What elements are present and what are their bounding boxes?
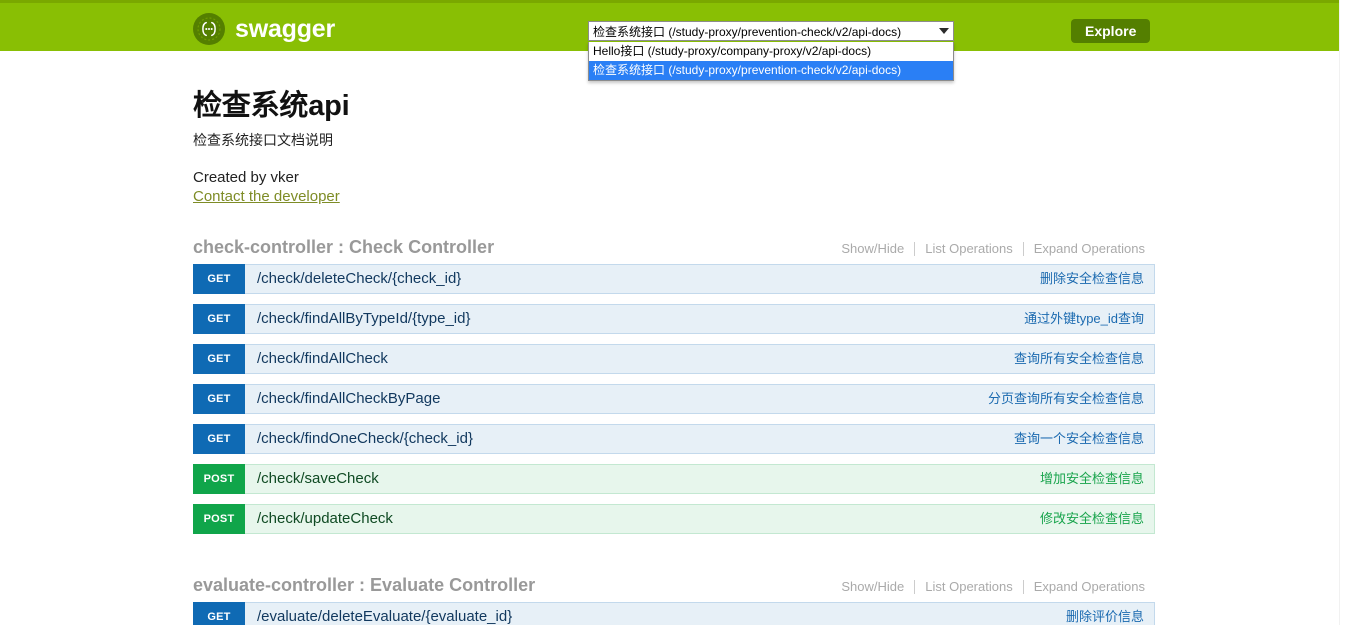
endpoint-summary: 修改安全检查信息 bbox=[1039, 511, 1144, 526]
endpoint-summary: 分页查询所有安全检查信息 bbox=[987, 391, 1144, 406]
endpoint-body[interactable]: /check/findOneCheck/{check_id} 查询一个安全检查信… bbox=[245, 424, 1155, 454]
endpoint-body[interactable]: /check/findAllByTypeId/{type_id} 通过外键typ… bbox=[245, 304, 1155, 334]
created-by-text: Created by vker bbox=[193, 169, 299, 186]
endpoint-list: GET /check/deleteCheck/{check_id} 删除安全检查… bbox=[193, 264, 1155, 534]
endpoint-path[interactable]: /check/updateCheck bbox=[257, 510, 393, 528]
page-description: 检查系统接口文档说明 bbox=[193, 132, 333, 148]
swagger-braces-icon bbox=[193, 13, 225, 45]
app-header: swagger 检查系统接口 (/study-proxy/prevention-… bbox=[0, 3, 1339, 81]
endpoint-body[interactable]: /check/saveCheck 增加安全检查信息 bbox=[245, 464, 1155, 494]
expand-operations-link[interactable]: Expand Operations bbox=[1024, 241, 1155, 257]
show-hide-link[interactable]: Show/Hide bbox=[831, 579, 914, 595]
http-method-badge[interactable]: POST bbox=[193, 504, 245, 534]
http-method-badge[interactable]: GET bbox=[193, 384, 245, 414]
list-operations-link[interactable]: List Operations bbox=[915, 241, 1022, 257]
endpoint-row[interactable]: POST /check/saveCheck 增加安全检查信息 bbox=[193, 464, 1155, 494]
endpoint-path[interactable]: /check/findAllCheckByPage bbox=[257, 390, 440, 408]
endpoint-path[interactable]: /check/findOneCheck/{check_id} bbox=[257, 430, 473, 448]
page-title: 检查系统api bbox=[193, 90, 350, 122]
endpoint-row[interactable]: POST /check/updateCheck 修改安全检查信息 bbox=[193, 504, 1155, 534]
main-content: 检查系统api 检查系统接口文档说明 Created by vker Conta… bbox=[0, 51, 1339, 625]
endpoint-body[interactable]: /check/findAllCheckByPage 分页查询所有安全检查信息 bbox=[245, 384, 1155, 414]
endpoint-summary: 查询一个安全检查信息 bbox=[1013, 431, 1144, 446]
list-operations-link[interactable]: List Operations bbox=[915, 579, 1022, 595]
endpoint-row[interactable]: GET /check/findAllCheck 查询所有安全检查信息 bbox=[193, 344, 1155, 374]
http-method-badge[interactable]: GET bbox=[193, 424, 245, 454]
http-method-badge[interactable]: GET bbox=[193, 602, 245, 625]
endpoint-list: GET /evaluate/deleteEvaluate/{evaluate_i… bbox=[193, 602, 1155, 625]
contact-developer-link[interactable]: Contact the developer bbox=[193, 187, 340, 206]
resource-title[interactable]: evaluate-controller : Evaluate Controlle… bbox=[193, 574, 535, 596]
endpoint-path[interactable]: /check/saveCheck bbox=[257, 470, 379, 488]
endpoint-summary: 增加安全检查信息 bbox=[1039, 471, 1144, 486]
expand-operations-link[interactable]: Expand Operations bbox=[1024, 579, 1155, 595]
endpoint-row[interactable]: GET /check/findAllCheckByPage 分页查询所有安全检查… bbox=[193, 384, 1155, 414]
api-select-display[interactable]: 检查系统接口 (/study-proxy/prevention-check/v2… bbox=[588, 21, 954, 41]
api-select-value: 检查系统接口 (/study-proxy/prevention-check/v2… bbox=[592, 22, 903, 40]
api-selector[interactable]: 检查系统接口 (/study-proxy/prevention-check/v2… bbox=[588, 21, 954, 81]
resource-check-controller: check-controller : Check Controller Show… bbox=[193, 206, 1155, 534]
http-method-badge[interactable]: POST bbox=[193, 464, 245, 494]
resource-operations-controls: Show/Hide List Operations Expand Operati… bbox=[831, 241, 1155, 257]
swagger-logo[interactable]: swagger bbox=[193, 13, 335, 45]
endpoint-path[interactable]: /check/deleteCheck/{check_id} bbox=[257, 270, 461, 288]
endpoint-summary: 查询所有安全检查信息 bbox=[1013, 351, 1144, 366]
show-hide-link[interactable]: Show/Hide bbox=[831, 241, 914, 257]
http-method-badge[interactable]: GET bbox=[193, 304, 245, 334]
swagger-ui-page: swagger 检查系统接口 (/study-proxy/prevention-… bbox=[0, 0, 1349, 625]
resource-evaluate-controller: evaluate-controller : Evaluate Controlle… bbox=[193, 544, 1155, 625]
endpoint-row[interactable]: GET /check/findAllByTypeId/{type_id} 通过外… bbox=[193, 304, 1155, 334]
endpoint-summary: 删除评价信息 bbox=[1065, 609, 1144, 624]
endpoint-row[interactable]: GET /check/deleteCheck/{check_id} 删除安全检查… bbox=[193, 264, 1155, 294]
page-scrollbar[interactable] bbox=[1339, 0, 1349, 625]
http-method-badge[interactable]: GET bbox=[193, 344, 245, 374]
endpoint-summary: 通过外键type_id查询 bbox=[1024, 311, 1144, 326]
explore-button[interactable]: Explore bbox=[1071, 19, 1151, 43]
resource-header: evaluate-controller : Evaluate Controlle… bbox=[193, 574, 1155, 602]
swagger-logo-text: swagger bbox=[235, 14, 336, 43]
chevron-down-icon[interactable] bbox=[939, 28, 949, 34]
resource-header: check-controller : Check Controller Show… bbox=[193, 236, 1155, 264]
endpoint-summary: 删除安全检查信息 bbox=[1039, 271, 1144, 286]
endpoint-body[interactable]: /check/findAllCheck 查询所有安全检查信息 bbox=[245, 344, 1155, 374]
endpoint-body[interactable]: /check/updateCheck 修改安全检查信息 bbox=[245, 504, 1155, 534]
endpoint-body[interactable]: /check/deleteCheck/{check_id} 删除安全检查信息 bbox=[245, 264, 1155, 294]
endpoint-path[interactable]: /check/findAllByTypeId/{type_id} bbox=[257, 310, 470, 328]
endpoint-row[interactable]: GET /evaluate/deleteEvaluate/{evaluate_i… bbox=[193, 602, 1155, 625]
endpoint-body[interactable]: /evaluate/deleteEvaluate/{evaluate_id} 删… bbox=[245, 602, 1155, 625]
http-method-badge[interactable]: GET bbox=[193, 264, 245, 294]
endpoint-path[interactable]: /check/findAllCheck bbox=[257, 350, 388, 368]
resource-operations-controls: Show/Hide List Operations Expand Operati… bbox=[831, 579, 1155, 595]
endpoint-path[interactable]: /evaluate/deleteEvaluate/{evaluate_id} bbox=[257, 608, 512, 625]
endpoint-row[interactable]: GET /check/findOneCheck/{check_id} 查询一个安… bbox=[193, 424, 1155, 454]
resource-title[interactable]: check-controller : Check Controller bbox=[193, 236, 494, 258]
